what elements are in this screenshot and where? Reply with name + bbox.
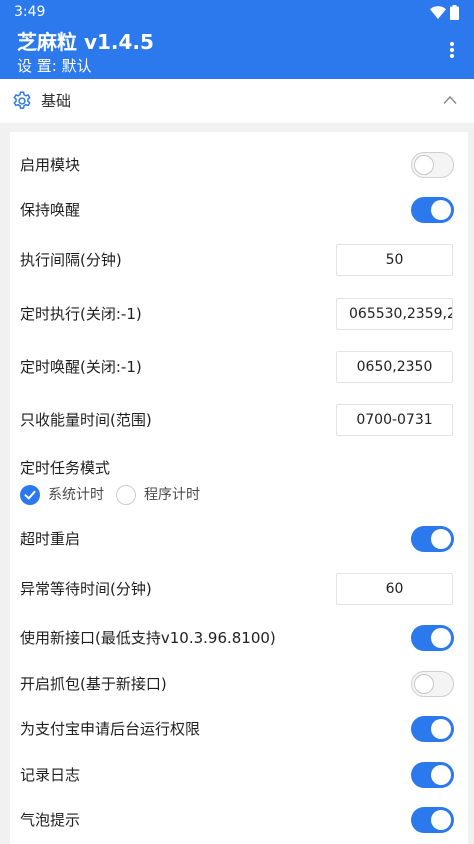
setting-timeout-restart: 超时重启 [10, 519, 458, 559]
section-header-basic[interactable]: 基础 [0, 79, 474, 123]
setting-label: 保持唤醒 [20, 201, 81, 219]
radio-program-timer[interactable]: 程序计时 [116, 485, 200, 505]
status-icons [430, 4, 459, 20]
timed-wake-input[interactable] [336, 351, 453, 383]
gear-icon [13, 91, 31, 109]
radio-checked-icon [20, 485, 40, 505]
setting-abnormal-wait: 异常等待时间(分钟) [10, 569, 458, 609]
setting-label: 执行间隔(分钟) [20, 251, 122, 269]
bubble-tip-switch[interactable] [411, 807, 454, 833]
app-bar: 3:49 芝麻粒 v1.4.5 设 置: 默认 [0, 0, 474, 79]
timed-exec-input[interactable] [336, 298, 453, 330]
setting-timed-exec: 定时执行(关闭:-1) [10, 294, 458, 334]
setting-new-api: 使用新接口(最低支持v10.3.96.8100) [10, 618, 458, 658]
background-permission-switch[interactable] [411, 716, 454, 742]
app-title: 芝麻粒 v1.4.5 [17, 30, 154, 54]
wifi-icon [430, 5, 446, 19]
setting-label: 开启抓包(基于新接口) [20, 675, 167, 693]
more-options-button[interactable] [440, 38, 464, 62]
enable-module-switch[interactable] [411, 152, 454, 178]
radio-unchecked-icon [116, 485, 136, 505]
energy-time-input[interactable] [336, 404, 453, 436]
setting-label: 只收能量时间(范围) [20, 411, 152, 429]
setting-enable-module: 启用模块 [10, 145, 458, 185]
setting-label: 超时重启 [20, 530, 81, 548]
setting-label: 使用新接口(最低支持v10.3.96.8100) [20, 629, 276, 647]
capture-switch[interactable] [411, 671, 454, 697]
setting-label: 定时唤醒(关闭:-1) [20, 358, 142, 376]
chevron-up-icon[interactable] [443, 95, 457, 105]
more-vertical-icon [449, 41, 455, 59]
setting-label: 为支付宝申请后台运行权限 [20, 720, 201, 738]
new-api-switch[interactable] [411, 625, 454, 651]
setting-log: 记录日志 [10, 755, 458, 795]
setting-background-permission: 为支付宝申请后台运行权限 [10, 709, 458, 749]
exec-interval-input[interactable] [336, 244, 453, 276]
setting-capture: 开启抓包(基于新接口) [10, 664, 458, 704]
setting-bubble-tip: 气泡提示 [10, 800, 458, 840]
section-title: 基础 [41, 92, 72, 110]
setting-label: 记录日志 [20, 766, 81, 784]
battery-icon [450, 4, 459, 20]
radio-label: 程序计时 [144, 487, 200, 503]
setting-label: 气泡提示 [20, 811, 81, 829]
radio-system-timer[interactable]: 系统计时 [20, 485, 104, 505]
setting-keep-awake: 保持唤醒 [10, 190, 458, 230]
setting-energy-time: 只收能量时间(范围) [10, 400, 458, 440]
app-subtitle: 设 置: 默认 [17, 57, 92, 75]
setting-label: 定时执行(关闭:-1) [20, 305, 142, 323]
radio-label: 系统计时 [48, 487, 104, 503]
task-mode-radio-group: 系统计时 程序计时 [20, 484, 212, 506]
log-switch[interactable] [411, 762, 454, 788]
setting-label: 定时任务模式 [20, 459, 111, 477]
status-time: 3:49 [14, 4, 46, 20]
abnormal-wait-input[interactable] [336, 573, 453, 605]
keep-awake-switch[interactable] [411, 197, 454, 223]
setting-label: 异常等待时间(分钟) [20, 580, 152, 598]
setting-label: 启用模块 [20, 156, 81, 174]
setting-exec-interval: 执行间隔(分钟) [10, 240, 458, 280]
timeout-restart-switch[interactable] [411, 526, 454, 552]
setting-timed-wake: 定时唤醒(关闭:-1) [10, 347, 458, 387]
setting-task-mode: 定时任务模式 [10, 458, 458, 478]
